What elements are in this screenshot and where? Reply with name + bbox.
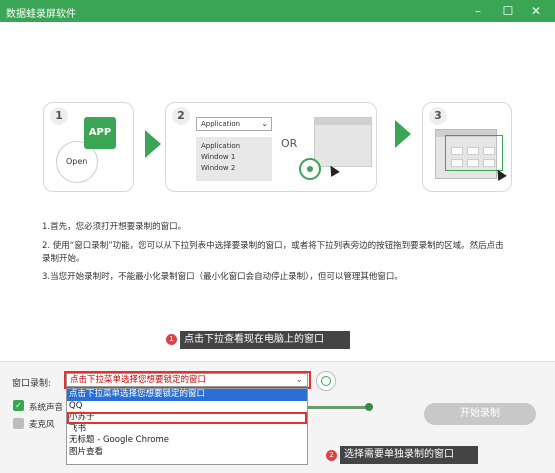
list-illustration-item: Application — [201, 142, 241, 150]
dropdown-illustration: Application ⌄ — [196, 117, 272, 131]
close-icon[interactable]: ✕ — [528, 3, 544, 19]
open-label: Open — [66, 157, 88, 166]
grid-cell — [467, 159, 479, 167]
chevron-down-icon: ⌄ — [295, 375, 303, 385]
arrow-right-icon — [145, 130, 161, 158]
step-number: 1 — [50, 107, 68, 125]
mic-label: 麦克风 — [29, 420, 55, 430]
crosshair-icon — [299, 158, 321, 180]
grid-cell — [451, 159, 463, 167]
tip-2-marker: 2 — [326, 450, 337, 461]
dropdown-option[interactable]: 图片查看 — [67, 447, 307, 459]
grid-cell — [451, 147, 463, 155]
dropdown-option[interactable]: 无标题 - Google Chrome — [67, 435, 307, 447]
grid-cell — [483, 159, 495, 167]
or-label: OR — [281, 137, 298, 150]
mic-checkbox[interactable] — [13, 418, 24, 429]
tip-1-marker: 1 — [166, 334, 177, 345]
instruction-line-3: 3.当您开始录制时，不能最小化录制窗口（最小化窗口会自动停止录制），但可以管理其… — [42, 272, 403, 282]
dropdown-option[interactable]: 飞书 — [67, 424, 307, 436]
grid-cell — [483, 147, 495, 155]
list-illustration-item: Window 2 — [201, 164, 236, 172]
system-audio-label: 系统声音 — [29, 403, 64, 413]
step-1-card: 1 Open APP — [43, 102, 134, 192]
dropdown-option[interactable]: 点击下拉菜单选择您想要锁定的窗口 — [67, 389, 307, 401]
title-bar: 数据蛙录屏软件 – ☐ ✕ — [0, 0, 555, 22]
maximize-icon[interactable]: ☐ — [500, 3, 516, 19]
window-select[interactable]: 点击下拉菜单选择您想要锁定的窗口 ⌄ — [66, 373, 308, 387]
dropdown-option[interactable]: QQ — [67, 401, 307, 413]
dropdown-illustration-label: Application — [201, 120, 241, 128]
tip-2: 选择需要单独录制的窗口 — [340, 446, 478, 464]
grid-cell — [467, 147, 479, 155]
step-number: 2 — [172, 107, 190, 125]
instruction-line-1: 1.首先，您必须打开想要录制的窗口。 — [42, 222, 187, 232]
volume-slider-track[interactable] — [308, 406, 368, 409]
arrow-right-icon — [395, 120, 411, 148]
dropdown-option[interactable]: 小苏子 — [67, 412, 307, 424]
start-recording-button[interactable]: 开始录制 — [424, 403, 536, 425]
list-illustration: Application Window 1 Window 2 — [196, 137, 272, 181]
tip-1: 点击下拉查看现在电脑上的窗口 — [180, 331, 350, 349]
window-record-label: 窗口录制: — [12, 379, 52, 389]
volume-slider-thumb[interactable] — [365, 403, 373, 411]
window-dropdown-list: 点击下拉菜单选择您想要锁定的窗口 QQ 小苏子 飞书 无标题 - Google … — [66, 388, 308, 465]
chevron-down-icon: ⌄ — [261, 119, 268, 128]
app-icon: APP — [84, 117, 116, 149]
list-illustration-item: Window 1 — [201, 153, 236, 161]
window-illustration — [314, 117, 372, 167]
window-picker-button[interactable] — [316, 371, 336, 391]
system-audio-checkbox[interactable]: ✓ — [13, 400, 24, 411]
window-title: 数据蛙录屏软件 — [6, 9, 76, 20]
instruction-line-2: 2. 使用“窗口录制”功能，您可以从下拉列表中选择要录制的窗口，或者将下拉列表旁… — [42, 241, 504, 264]
step-3-card: 3 — [422, 102, 512, 192]
minimize-icon[interactable]: – — [470, 3, 486, 19]
step-2-card: 2 Application ⌄ Application Window 1 Win… — [165, 102, 377, 192]
window-select-value: 点击下拉菜单选择您想要锁定的窗口 — [70, 375, 207, 385]
step-number: 3 — [429, 107, 447, 125]
